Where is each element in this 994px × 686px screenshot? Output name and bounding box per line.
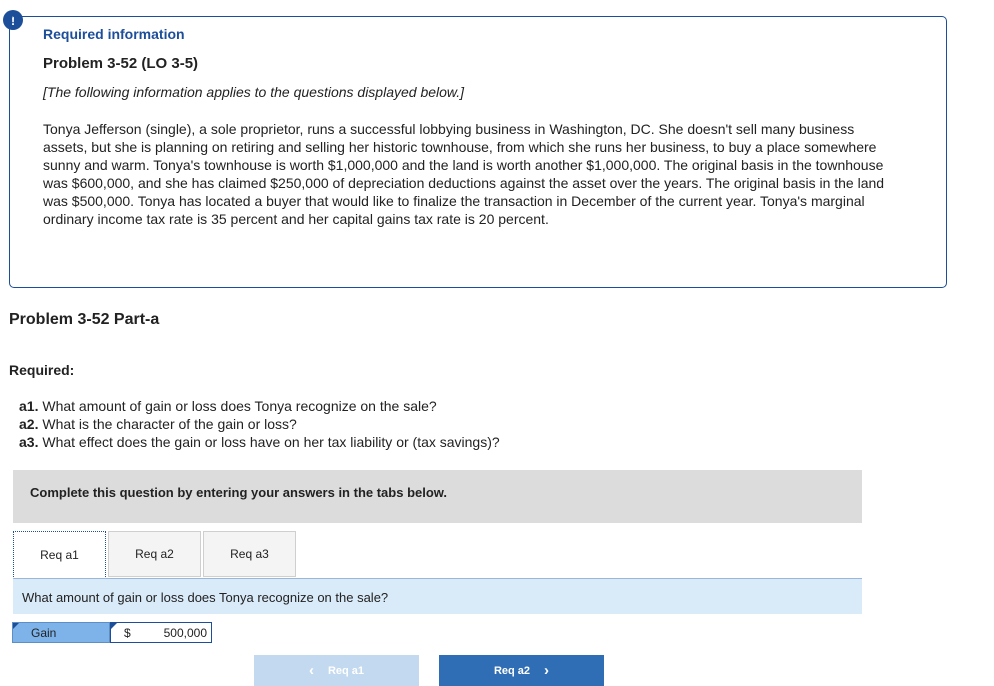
question-text: What effect does the gain or loss have o… (42, 434, 500, 450)
chevron-right-icon: › (544, 662, 550, 679)
tab-req-a1[interactable]: Req a1 (13, 531, 106, 577)
question-item: a3. What effect does the gain or loss ha… (19, 433, 500, 451)
tab-question-text: What amount of gain or loss does Tonya r… (22, 590, 389, 605)
currency-symbol: $ (124, 626, 131, 640)
question-text: What amount of gain or loss does Tonya r… (42, 398, 437, 414)
next-button[interactable]: Req a2 › (439, 655, 604, 686)
required-label: Required: (9, 362, 75, 378)
corner-flag-icon (13, 623, 19, 629)
tab-question-bar: What amount of gain or loss does Tonya r… (13, 579, 862, 614)
next-button-label: Req a2 (493, 664, 531, 677)
part-title: Problem 3-52 Part-a (9, 311, 160, 328)
question-label: a3. (19, 434, 39, 450)
question-text: What is the character of the gain or los… (42, 416, 297, 432)
prev-button[interactable]: ‹ Req a1 (254, 655, 419, 686)
amount-input[interactable]: $ 500,000 (110, 622, 212, 643)
problem-description: Tonya Jefferson (single), a sole proprie… (43, 121, 885, 227)
amount-value: 500,000 (163, 626, 207, 640)
tab-req-a2[interactable]: Req a2 (108, 531, 201, 577)
instruction-text: Complete this question by entering your … (30, 485, 448, 500)
gain-loss-select[interactable]: Gain (12, 622, 110, 643)
question-label: a2. (19, 416, 39, 432)
chevron-left-icon: ‹ (308, 662, 314, 679)
question-item: a2. What is the character of the gain or… (19, 415, 500, 433)
instruction-bar: Complete this question by entering your … (13, 470, 862, 523)
corner-flag-icon (111, 623, 117, 629)
question-list: a1. What amount of gain or loss does Ton… (19, 397, 500, 451)
question-label: a1. (19, 398, 39, 414)
info-note: [The following information applies to th… (43, 84, 465, 100)
question-item: a1. What amount of gain or loss does Ton… (19, 397, 500, 415)
info-title: Required information (43, 26, 185, 42)
gain-loss-value: Gain (31, 626, 57, 640)
tab-req-a3[interactable]: Req a3 (203, 531, 296, 577)
problem-heading: Problem 3-52 (LO 3-5) (43, 55, 199, 72)
prev-button-label: Req a1 (327, 664, 365, 677)
